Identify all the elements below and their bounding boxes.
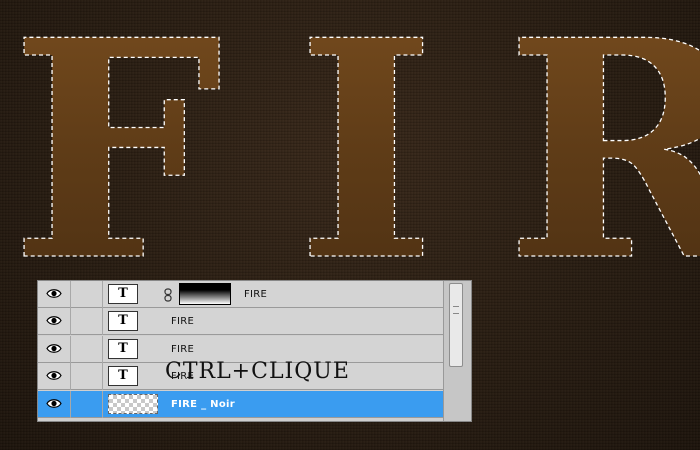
eye-icon[interactable] <box>38 335 71 363</box>
layer-thumbnail[interactable] <box>108 393 158 414</box>
letter-f: F <box>10 0 223 327</box>
layer-row[interactable]: FIRE _ Noir <box>38 390 443 418</box>
layer-name[interactable]: FIRE <box>244 281 267 308</box>
layers-scrollbar[interactable] <box>443 281 471 421</box>
eye-icon[interactable] <box>38 308 71 336</box>
text-layer-thumbnail[interactable]: T <box>108 311 138 332</box>
eye-icon[interactable] <box>38 390 71 418</box>
letter-i: I <box>296 0 436 327</box>
layer-link-slot[interactable] <box>71 335 103 363</box>
scrollbar-thumb[interactable] <box>449 283 463 367</box>
layer-name[interactable]: FIRE _ Noir <box>171 391 235 418</box>
layer-name[interactable]: FIRE <box>171 308 194 335</box>
chain-icon[interactable] <box>164 287 172 302</box>
layer-link-slot[interactable] <box>71 308 103 336</box>
text-layer-thumbnail[interactable]: T <box>108 338 138 359</box>
layers-panel[interactable]: T FIRE T FIRE T FIRE T FIRE FIRE _ Noir <box>37 280 472 422</box>
eye-icon[interactable] <box>38 281 71 308</box>
eye-icon[interactable] <box>38 363 71 391</box>
letter-r: R <box>505 0 700 327</box>
text-layer-thumbnail[interactable]: T <box>108 366 138 387</box>
layer-link-slot[interactable] <box>71 281 103 308</box>
layer-row[interactable]: T FIRE <box>38 281 443 308</box>
layer-row[interactable]: T FIRE <box>38 308 443 336</box>
grip-icon <box>453 306 459 314</box>
layer-link-slot[interactable] <box>71 390 103 418</box>
layer-link-slot[interactable] <box>71 363 103 391</box>
ctrl-click-annotation: CTRL+CLIQUE <box>165 359 350 384</box>
text-layer-thumbnail[interactable]: T <box>108 284 138 304</box>
layer-mask-thumbnail[interactable] <box>179 283 231 305</box>
headline-letters: F I R <box>9 0 700 328</box>
